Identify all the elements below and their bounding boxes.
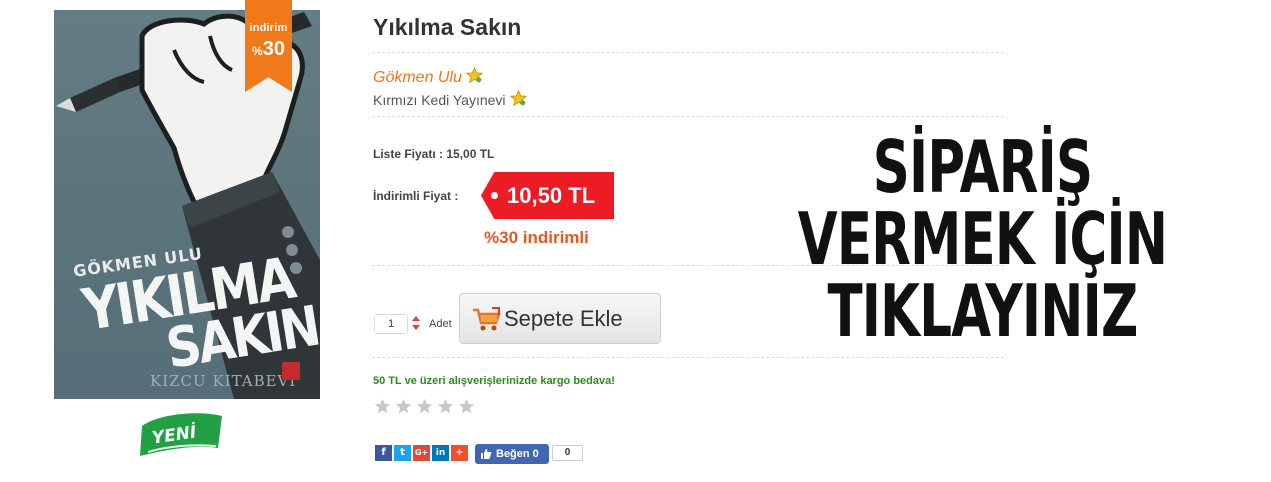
- rating-star-icon[interactable]: [437, 398, 454, 415]
- shopping-cart-icon: [473, 306, 501, 330]
- like-count: 0: [552, 445, 583, 461]
- free-shipping-note: 50 TL ve üzeri alışverişlerinizde kargo …: [373, 375, 615, 387]
- rating-star-icon[interactable]: [458, 398, 475, 415]
- divider: [372, 357, 1004, 358]
- order-call-to-action[interactable]: SİPARİŞ VERMEK İÇİN TIKLAYINIZ: [700, 128, 1265, 351]
- discount-note: %30 indirimli: [484, 228, 589, 247]
- divider: [372, 116, 1004, 117]
- favorite-star-icon[interactable]: [509, 90, 527, 107]
- ribbon-label: indirim: [249, 22, 288, 34]
- quantity-unit-label: Adet: [429, 318, 452, 330]
- cta-line-3[interactable]: TIKLAYINIZ: [762, 272, 1203, 351]
- list-price: Liste Fiyatı : 15,00 TL: [373, 147, 495, 161]
- cta-line-2[interactable]: VERMEK İÇİN: [762, 200, 1203, 279]
- ribbon-value: %30: [252, 38, 285, 60]
- quantity-stepper[interactable]: [410, 312, 422, 334]
- rating-star-icon[interactable]: [416, 398, 433, 415]
- publisher-cat-logo: [282, 362, 300, 380]
- thumbs-up-icon: [481, 449, 492, 459]
- share-buttons: f t G+ in +: [375, 445, 468, 461]
- chevron-down-icon: [412, 325, 420, 330]
- author-link[interactable]: Gökmen Ulu: [373, 67, 483, 87]
- google-plus-icon[interactable]: G+: [413, 445, 430, 461]
- rating-star-icon[interactable]: [374, 398, 391, 415]
- like-label[interactable]: Beğen 0: [496, 448, 539, 460]
- new-badge-icon: YENİ: [140, 413, 222, 456]
- plus-icon[interactable]: +: [451, 445, 468, 461]
- twitter-icon[interactable]: t: [394, 445, 411, 461]
- star-rating[interactable]: [374, 398, 475, 415]
- chevron-up-icon: [412, 316, 420, 321]
- facebook-icon[interactable]: f: [375, 445, 392, 461]
- divider: [372, 52, 1004, 53]
- author-name[interactable]: Gökmen Ulu: [373, 69, 462, 86]
- add-to-cart-label[interactable]: Sepete Ekle: [504, 306, 623, 332]
- sale-price-label: İndirimli Fiyat :: [373, 189, 459, 203]
- quantity-input[interactable]: [374, 314, 408, 334]
- sale-price-value: 10,50 TL: [507, 183, 596, 208]
- rating-star-icon[interactable]: [395, 398, 412, 415]
- publisher-name[interactable]: Kırmızı Kedi Yayınevi: [373, 92, 506, 108]
- sale-price-tag: 10,50 TL: [481, 172, 614, 219]
- cta-line-1[interactable]: SİPARİŞ: [762, 128, 1203, 207]
- add-to-cart-button[interactable]: Sepete Ekle: [459, 293, 661, 344]
- product-title: Yıkılma Sakın: [373, 14, 522, 40]
- publisher-link[interactable]: Kırmızı Kedi Yayınevi: [373, 90, 527, 108]
- favorite-star-icon[interactable]: [465, 67, 483, 84]
- facebook-like-button[interactable]: Beğen 0: [475, 444, 549, 464]
- linkedin-icon[interactable]: in: [432, 445, 449, 461]
